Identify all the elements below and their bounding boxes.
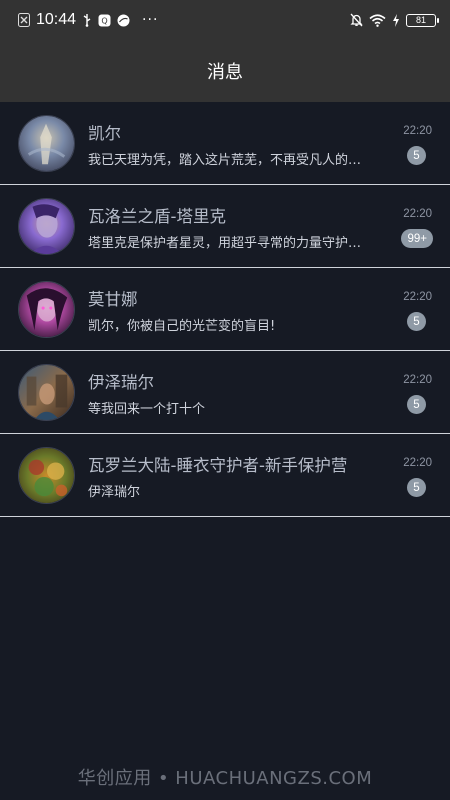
conversation-item-kayle[interactable]: 凯尔 我已天理为凭，踏入这片荒芜，不再受凡人的枷锁遏制 22:20 5 — [0, 102, 450, 185]
conversation-list: 凯尔 我已天理为凭，踏入这片荒芜，不再受凡人的枷锁遏制 22:20 5 瓦洛兰之… — [0, 102, 450, 517]
avatar — [18, 115, 75, 172]
messages-screen: 10:44 Q ··· 81 消息 凯尔 我已天理为凭，踏入这片荒芜，不再受凡人… — [0, 0, 450, 800]
conversation-item-morgana[interactable]: 莫甘娜 凯尔，你被自己的光芒变的盲目! 22:20 5 — [0, 268, 450, 351]
conversation-preview: 凯尔，你被自己的光芒变的盲目! — [88, 319, 276, 334]
status-bar-right: 81 — [350, 13, 439, 27]
conversation-name: 瓦罗兰大陆-睡衣守护者-新手保护营 — [88, 456, 348, 475]
avatar — [18, 447, 75, 504]
conversation-time: 22:20 — [403, 208, 432, 220]
status-bar-left: 10:44 Q ··· — [18, 11, 158, 29]
conversation-name: 凯尔 — [88, 124, 121, 143]
wifi-icon — [369, 13, 386, 27]
more-dots: ··· — [142, 12, 159, 28]
mute-bell-icon — [350, 13, 363, 27]
watermark: 华创应用 • HUACHUANGZS.COM — [77, 768, 373, 789]
conversation-item-ezreal[interactable]: 伊泽瑞尔 等我回来一个打十个 22:20 5 — [0, 351, 450, 434]
page-title: 消息 — [207, 62, 243, 83]
unread-badge: 5 — [407, 395, 426, 414]
conversation-time: 22:20 — [403, 374, 432, 386]
conversation-time: 22:20 — [403, 125, 432, 137]
unread-badge: 5 — [407, 146, 426, 165]
avatar — [18, 198, 75, 255]
conversation-time: 22:20 — [403, 457, 432, 469]
status-time: 10:44 — [36, 11, 77, 28]
x-icon — [18, 13, 30, 27]
conversation-name: 伊泽瑞尔 — [88, 373, 154, 392]
charging-icon — [392, 13, 400, 27]
conversation-name: 莫甘娜 — [88, 290, 138, 309]
status-bar: 10:44 Q ··· 81 — [0, 0, 450, 40]
unread-badge: 5 — [407, 312, 426, 331]
battery-icon: 81 — [406, 13, 439, 27]
vpn-icon: Q — [98, 14, 111, 27]
avatar — [18, 281, 75, 338]
conversation-name: 瓦洛兰之盾-塔里克 — [88, 207, 226, 226]
conversation-item-taric[interactable]: 瓦洛兰之盾-塔里克 塔里克是保护者星灵，用超乎寻常的力量守护着符文之地 22:2… — [0, 185, 450, 268]
top-app-bar: 消息 — [0, 40, 450, 102]
conversation-time: 22:20 — [403, 291, 432, 303]
app-icon — [117, 14, 130, 27]
conversation-preview: 我已天理为凭，踏入这片荒芜，不再受凡人的枷锁遏制 — [88, 153, 370, 168]
conversation-preview: 塔里克是保护者星灵，用超乎寻常的力量守护着符文之地 — [88, 236, 370, 251]
avatar — [18, 364, 75, 421]
conversation-preview: 等我回来一个打十个 — [88, 402, 206, 417]
usb-icon — [82, 13, 92, 27]
conversation-preview: 伊泽瑞尔 — [88, 485, 141, 500]
conversation-item-group-newbie-camp[interactable]: 瓦罗兰大陆-睡衣守护者-新手保护营 伊泽瑞尔 22:20 5 — [0, 434, 450, 517]
unread-badge: 5 — [407, 478, 426, 497]
unread-badge: 99+ — [401, 229, 433, 248]
svg-text:Q: Q — [101, 16, 107, 25]
